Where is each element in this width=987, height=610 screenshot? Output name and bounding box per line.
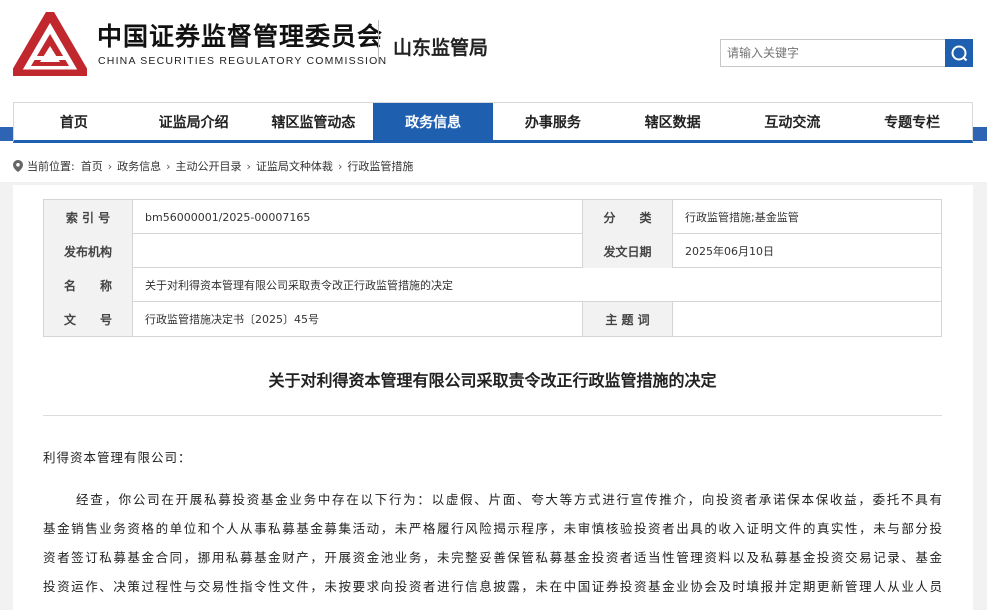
location-pin-icon xyxy=(13,160,23,172)
info-row: 发布机构 发文日期 2025年06月10日 xyxy=(44,234,941,268)
nav-item-interaction[interactable]: 互动交流 xyxy=(733,103,853,140)
index-label: 索 引 号 xyxy=(44,200,133,234)
nav-item-special-topics[interactable]: 专题专栏 xyxy=(852,103,972,140)
nav-item-services[interactable]: 办事服务 xyxy=(493,103,613,140)
body-line: 经查，你公司在开展私募投资基金业务中存在以下行为：以虚假、片面、夸大等方式进行宣… xyxy=(76,492,942,507)
info-row: 文 号 行政监管措施决定书〔2025〕45号 主 题 词 xyxy=(44,302,941,336)
site-header: 中国证券监督管理委员会 CHINA SECURITIES REGULATORY … xyxy=(0,0,987,100)
breadcrumb-chevron-icon: › xyxy=(166,159,171,173)
docno-value: 行政监管措施决定书〔2025〕45号 xyxy=(133,302,583,336)
info-row: 索 引 号 bm56000001/2025-00007165 分 类 行政监管措… xyxy=(44,200,941,234)
breadcrumb-chevron-icon: › xyxy=(107,159,113,173)
csrc-logo-icon[interactable] xyxy=(13,12,87,76)
bureau-name: 山东监管局 xyxy=(393,37,489,59)
breadcrumb-item-admin-measures[interactable]: 行政监管措施 xyxy=(347,158,413,174)
header-divider xyxy=(378,20,379,64)
name-label: 名 称 xyxy=(44,268,133,302)
docno-label: 文 号 xyxy=(44,302,133,336)
breadcrumb-chevron-icon: › xyxy=(337,159,343,173)
title-divider xyxy=(43,415,942,416)
search-button[interactable] xyxy=(945,39,973,67)
index-value: bm56000001/2025-00007165 xyxy=(133,200,583,234)
breadcrumb-item-doc-genre[interactable]: 证监局文种体裁 xyxy=(256,158,333,174)
date-value: 2025年06月10日 xyxy=(685,245,774,258)
breadcrumb-prefix: 当前位置: xyxy=(27,160,75,173)
category-label: 分 类 xyxy=(583,200,673,234)
info-row: 名 称 关于对利得资本管理有限公司采取责令改正行政监管措施的决定 xyxy=(44,268,941,302)
breadcrumb-item-government-info[interactable]: 政务信息 xyxy=(117,158,161,174)
main-nav: 首页 证监局介绍 辖区监管动态 政务信息 办事服务 辖区数据 互动交流 专题专栏 xyxy=(13,102,973,143)
nav-item-government-info[interactable]: 政务信息 xyxy=(373,103,493,140)
nav-item-home[interactable]: 首页 xyxy=(14,103,134,140)
org-name-en: CHINA SECURITIES REGULATORY COMMISSION xyxy=(98,55,388,67)
search-icon xyxy=(951,45,968,62)
breadcrumb-item-home[interactable]: 首页 xyxy=(81,158,103,174)
search-input[interactable] xyxy=(720,39,946,67)
body-line: 资者签订私募基金合同，挪用私募基金财产，开展资金池业务，未完整妥善保管私募基金投… xyxy=(43,550,942,565)
nav-item-bureau-intro[interactable]: 证监局介绍 xyxy=(134,103,254,140)
document-title: 关于对利得资本管理有限公司采取责令改正行政监管措施的决定 xyxy=(268,371,717,390)
category-value: 行政监管措施;基金监管 xyxy=(685,211,799,224)
issuer-label: 发布机构 xyxy=(44,234,133,268)
breadcrumb-chevron-icon: › xyxy=(246,159,251,173)
document-body: 经查，你公司在开展私募投资基金业务中存在以下行为：以虚假、片面、夸大等方式进行宣… xyxy=(43,489,942,605)
body-line: 投资运作、决策过程性与交易性指令性文件，未按要求向投资者进行信息披露，未在中国证… xyxy=(43,579,942,594)
issuer-value xyxy=(133,234,583,268)
nav-item-regional-news[interactable]: 辖区监管动态 xyxy=(254,103,374,140)
nav-item-regional-data[interactable]: 辖区数据 xyxy=(613,103,733,140)
body-line: 基金销售业务资格的单位和个人从事私募基金募集活动，未严格履行风险揭示程序，未审慎… xyxy=(43,521,942,536)
breadcrumb-item-public-catalog[interactable]: 主动公开目录 xyxy=(176,158,242,174)
document-info-table: 索 引 号 bm56000001/2025-00007165 分 类 行政监管措… xyxy=(43,199,942,337)
org-name-cn: 中国证券监督管理委员会 xyxy=(97,22,384,51)
breadcrumb: 当前位置: 首页 › 政务信息 › 主动公开目录 › 证监局文种体裁 › 行政监… xyxy=(13,158,413,174)
name-value: 关于对利得资本管理有限公司采取责令改正行政监管措施的决定 xyxy=(145,279,453,292)
subject-label: 主 题 词 xyxy=(583,302,673,336)
date-label: 发文日期 xyxy=(583,234,673,268)
document-addressee: 利得资本管理有限公司： xyxy=(43,450,192,465)
subject-value xyxy=(673,302,941,336)
